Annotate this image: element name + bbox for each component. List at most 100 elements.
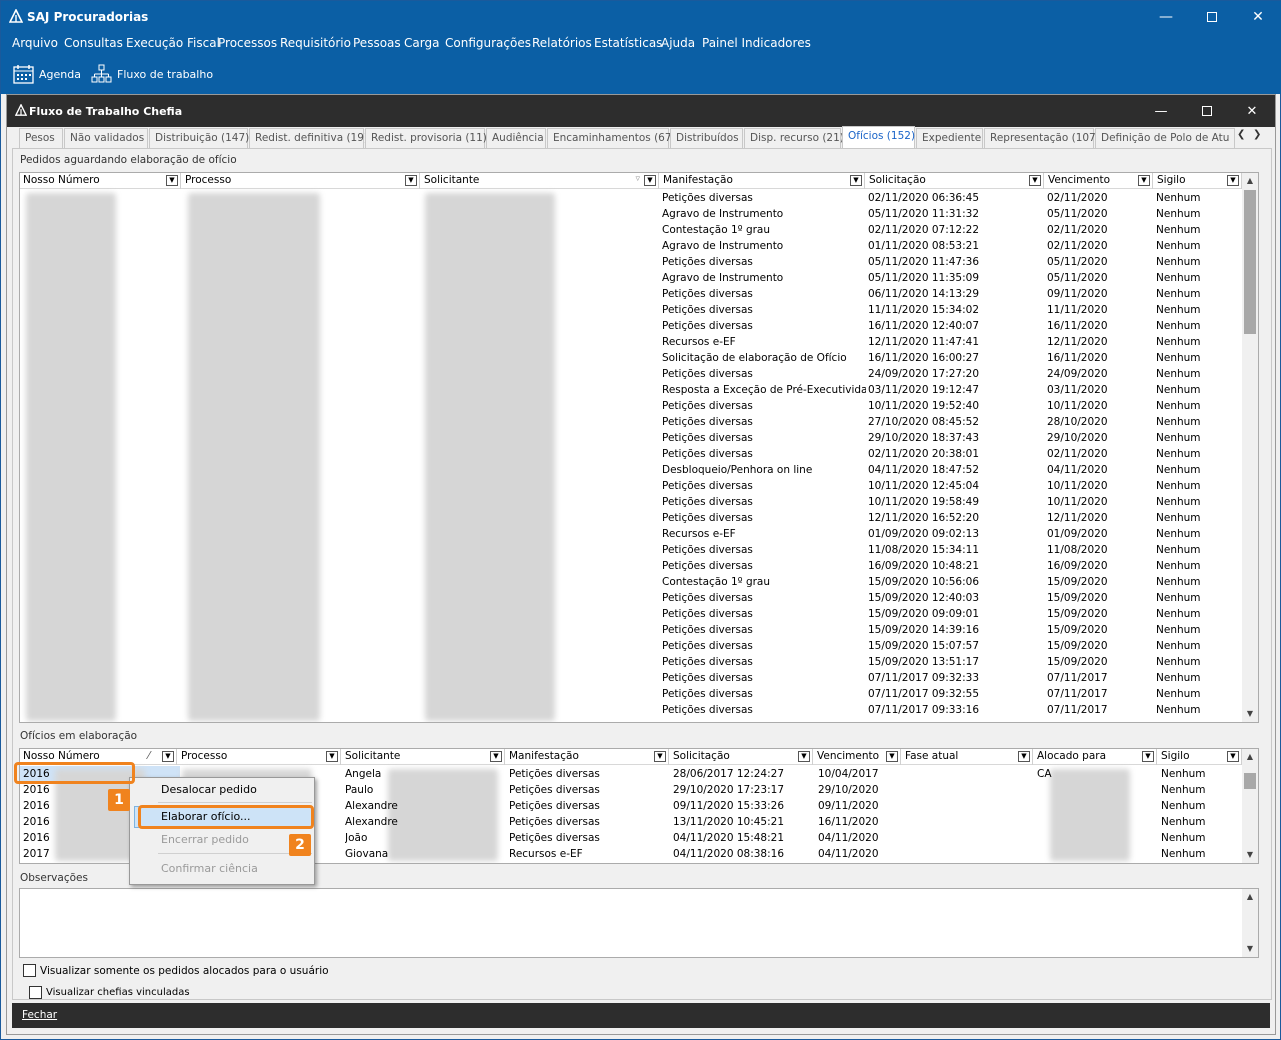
table-row[interactable]: Petições diversas 29/10/2020 18:37:43 29/1… bbox=[20, 431, 1242, 447]
filter-dropdown-icon[interactable]: ▼ bbox=[326, 751, 338, 762]
table-row[interactable]: Petições diversas 15/09/2020 14:39:16 15/0… bbox=[20, 623, 1242, 639]
tab-disp-recurso[interactable]: Disp. recurso (21) bbox=[744, 128, 844, 148]
agenda-button[interactable]: Agenda bbox=[13, 63, 81, 85]
table-row[interactable]: Petições diversas 07/11/2017 09:32:55 07/1… bbox=[20, 687, 1242, 703]
tab-redist-provisoria[interactable]: Redist. provisoria (11) bbox=[365, 128, 487, 148]
col2-vencimento[interactable]: Vencimento ▼ bbox=[814, 749, 901, 765]
scroll-down-icon[interactable]: ▼ bbox=[1242, 706, 1258, 722]
observations-textarea[interactable]: ▲ ▼ bbox=[19, 888, 1259, 958]
col2-sigilo[interactable]: Sigilo ▼ bbox=[1158, 749, 1242, 765]
menu-carga[interactable]: Carga bbox=[404, 36, 439, 50]
col-solicitacao[interactable]: Solicitação ▼ bbox=[866, 173, 1044, 189]
tab-representacao[interactable]: Representação (107) bbox=[984, 128, 1100, 148]
table-row[interactable]: Petições diversas 07/11/2017 09:32:33 07/1… bbox=[20, 671, 1242, 687]
menu-ajuda[interactable]: Ajuda bbox=[661, 36, 695, 50]
table-row[interactable]: Desbloqueio/Penhora on line 04/11/2020 18… bbox=[20, 463, 1242, 479]
only-allocated-checkbox[interactable] bbox=[23, 964, 36, 977]
close-button[interactable]: ✕ bbox=[1235, 1, 1281, 33]
table-row[interactable]: Petições diversas 02/11/2020 06:36:45 02/1… bbox=[20, 191, 1242, 207]
filter-dropdown-icon[interactable]: ▼ bbox=[162, 751, 174, 762]
col2-processo[interactable]: Processo ▼ bbox=[178, 749, 341, 765]
table-row[interactable]: Petições diversas 15/09/2020 13:51:17 15/0… bbox=[20, 655, 1242, 671]
scroll-up-icon[interactable]: ▲ bbox=[1242, 889, 1258, 905]
tab-distribuidos[interactable]: Distribuídos bbox=[670, 128, 743, 148]
inner-minimize-button[interactable]: — bbox=[1138, 95, 1184, 127]
col-vencimento[interactable]: Vencimento ▼ bbox=[1045, 173, 1153, 189]
table-row[interactable]: Recursos e-EF 12/11/2020 11:47:41 12/11/20… bbox=[20, 335, 1242, 351]
menu-painel-indicadores[interactable]: Painel Indicadores bbox=[702, 36, 811, 50]
observations-scrollbar[interactable]: ▲ ▼ bbox=[1242, 889, 1258, 957]
table-row[interactable]: Petições diversas 06/11/2020 14:13:29 09/1… bbox=[20, 287, 1242, 303]
table-row[interactable]: Contestação 1º grau 15/09/2020 10:56:06 15… bbox=[20, 575, 1242, 591]
table-row[interactable]: Petições diversas 15/09/2020 09:09:01 15/0… bbox=[20, 607, 1242, 623]
col-nosso-numero[interactable]: Nosso Número ▼ bbox=[20, 173, 181, 189]
tab-redist-definitiva[interactable]: Redist. definitiva (19) bbox=[249, 128, 368, 148]
filter-dropdown-icon[interactable]: ▼ bbox=[644, 175, 656, 186]
col2-fase-atual[interactable]: Fase atual ▼ bbox=[902, 749, 1033, 765]
filter-dropdown-icon[interactable]: ▼ bbox=[166, 175, 178, 186]
menu-estatisticas[interactable]: Estatísticas bbox=[594, 36, 662, 50]
table-row[interactable]: Petições diversas 07/11/2017 09:33:16 07/1… bbox=[20, 703, 1242, 719]
filter-dropdown-icon[interactable]: ▼ bbox=[654, 751, 666, 762]
scroll-down-icon[interactable]: ▼ bbox=[1242, 941, 1258, 957]
col2-alocado-para[interactable]: Alocado para ▼ bbox=[1034, 749, 1157, 765]
close-window-button[interactable]: Fechar bbox=[22, 1009, 57, 1021]
table-row[interactable]: Agravo de Instrumento 05/11/2020 11:35:09… bbox=[20, 271, 1242, 287]
filter-dropdown-icon[interactable]: ▼ bbox=[886, 751, 898, 762]
scroll-thumb[interactable] bbox=[1244, 190, 1256, 334]
table-row[interactable]: Petições diversas 24/09/2020 17:27:20 24/0… bbox=[20, 367, 1242, 383]
menu-desalocar-pedido[interactable]: Desalocar pedido bbox=[161, 783, 257, 796]
filter-dropdown-icon[interactable]: ▼ bbox=[1029, 175, 1041, 186]
table-row[interactable]: Petições diversas 12/11/2020 16:52:20 12/1… bbox=[20, 511, 1242, 527]
table-row[interactable]: Agravo de Instrumento 05/11/2020 11:31:32… bbox=[20, 207, 1242, 223]
linked-checkbox[interactable] bbox=[29, 986, 42, 999]
col-solicitante[interactable]: Solicitante ▿ ▼ bbox=[421, 173, 659, 189]
scroll-up-icon[interactable]: ▲ bbox=[1242, 749, 1258, 765]
scroll-down-icon[interactable]: ▼ bbox=[1242, 847, 1258, 863]
filter-dropdown-icon[interactable]: ▼ bbox=[1138, 175, 1150, 186]
filter-dropdown-icon[interactable]: ▼ bbox=[490, 751, 502, 762]
workflow-button[interactable]: Fluxo de trabalho bbox=[91, 63, 213, 85]
table-row[interactable]: Agravo de Instrumento 01/11/2020 08:53:21… bbox=[20, 239, 1242, 255]
table-row[interactable]: Petições diversas 16/09/2020 10:48:21 16/0… bbox=[20, 559, 1242, 575]
table-row[interactable]: Petições diversas 11/08/2020 15:34:11 11/0… bbox=[20, 543, 1242, 559]
pending-grid-scrollbar[interactable]: ▲ ▼ bbox=[1242, 173, 1258, 722]
menu-confirmar-ciencia[interactable]: Confirmar ciência bbox=[161, 862, 258, 875]
filter-dropdown-icon[interactable]: ▼ bbox=[850, 175, 862, 186]
table-row[interactable]: Solicitação de elaboração de Ofício 16/11… bbox=[20, 351, 1242, 367]
table-row[interactable]: Petições diversas 15/09/2020 15:07:57 15/0… bbox=[20, 639, 1242, 655]
maximize-button[interactable] bbox=[1189, 1, 1235, 33]
table-row[interactable]: Petições diversas 10/11/2020 19:52:40 10/1… bbox=[20, 399, 1242, 415]
col2-manifestacao[interactable]: Manifestação ▼ bbox=[506, 749, 669, 765]
filter-dropdown-icon[interactable]: ▼ bbox=[798, 751, 810, 762]
table-row[interactable]: Recursos e-EF 01/09/2020 09:02:13 01/09/20… bbox=[20, 527, 1242, 543]
inner-close-button[interactable]: ✕ bbox=[1229, 95, 1275, 127]
in-progress-grid-scrollbar[interactable]: ▲ ▼ bbox=[1242, 749, 1258, 863]
filter-dropdown-icon[interactable]: ▼ bbox=[1142, 751, 1154, 762]
minimize-button[interactable]: — bbox=[1143, 1, 1189, 33]
tab-definicao-polo[interactable]: Definição de Polo de Atu bbox=[1095, 128, 1235, 148]
table-row[interactable]: Petições diversas 16/11/2020 12:40:07 16/1… bbox=[20, 319, 1242, 335]
table-row[interactable]: Petições diversas 27/10/2020 08:45:52 28/1… bbox=[20, 415, 1242, 431]
table-row[interactable]: Petições diversas 11/11/2020 15:34:02 11/1… bbox=[20, 303, 1242, 319]
tab-audiencia[interactable]: Audiência bbox=[486, 128, 546, 148]
tab-distribuicao[interactable]: Distribuição (147) bbox=[149, 128, 249, 148]
tab-encaminhamentos[interactable]: Encaminhamentos (67) bbox=[547, 128, 676, 148]
table-row[interactable]: Petições diversas 10/11/2020 12:45:04 10/1… bbox=[20, 479, 1242, 495]
table-row[interactable]: Petições diversas 15/09/2020 12:40:03 15/0… bbox=[20, 591, 1242, 607]
tab-scroll-right-icon[interactable]: ❯ bbox=[1253, 129, 1261, 140]
inner-maximize-button[interactable] bbox=[1184, 95, 1230, 127]
filter-dropdown-icon[interactable]: ▼ bbox=[1227, 751, 1239, 762]
menu-encerrar-pedido[interactable]: Encerrar pedido bbox=[161, 833, 249, 846]
scroll-up-icon[interactable]: ▲ bbox=[1242, 173, 1258, 189]
menu-consultas[interactable]: Consultas bbox=[64, 36, 123, 50]
col-processo[interactable]: Processo ▼ bbox=[182, 173, 420, 189]
menu-configuracoes[interactable]: Configurações bbox=[445, 36, 531, 50]
tab-expediente[interactable]: Expediente bbox=[916, 128, 983, 148]
tab-oficios[interactable]: Ofícios (152) bbox=[842, 126, 915, 148]
table-row[interactable]: Contestação 1º grau 02/11/2020 07:12:22 02… bbox=[20, 223, 1242, 239]
scroll-thumb[interactable] bbox=[1244, 773, 1256, 789]
filter-dropdown-icon[interactable]: ▼ bbox=[1227, 175, 1239, 186]
col2-solicitante[interactable]: Solicitante ▼ bbox=[342, 749, 505, 765]
table-row[interactable]: Petições diversas 02/11/2020 20:38:01 02/1… bbox=[20, 447, 1242, 463]
